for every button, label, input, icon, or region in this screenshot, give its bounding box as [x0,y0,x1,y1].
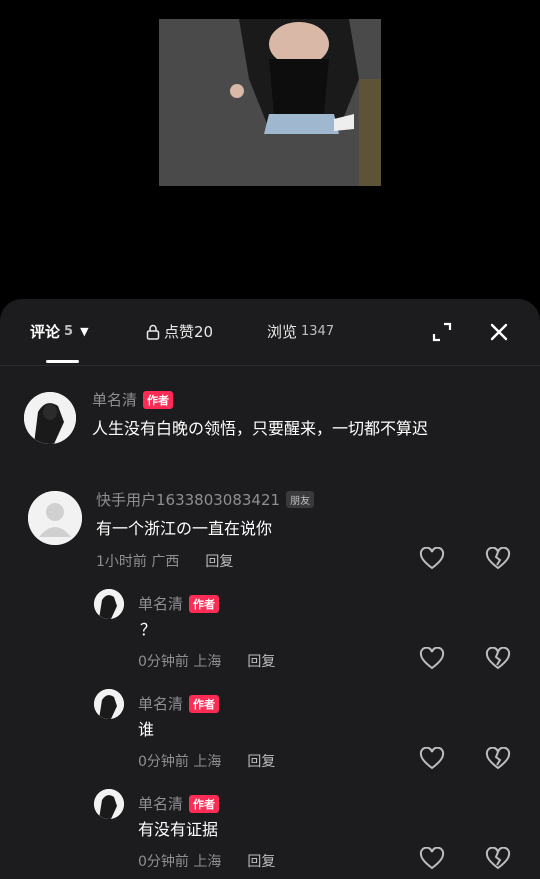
tab-likes[interactable]: 点赞20 [146,321,213,342]
tab-views-label: 浏览 [267,323,298,341]
expand-icon[interactable] [431,321,453,343]
heart-icon[interactable] [419,547,445,571]
comment-text: 有没有证据 [138,820,219,839]
author-badge: 作者 [189,794,220,813]
tab-views[interactable]: 浏览 1347 [267,321,334,342]
tab-bar: 评论 5 ▼ 点赞20 浏览 1347 [0,299,540,366]
reply-button[interactable]: 回复 [205,551,233,571]
comment-text: 人生没有白晚の领悟，只要醒来，一切都不算迟 [92,419,429,438]
heart-icon[interactable] [419,747,445,771]
avatar[interactable] [24,392,76,444]
tab-likes-label: 点赞20 [164,323,214,341]
comment-time: 1小时前 广西 [96,554,180,570]
comment-author[interactable]: 快手用户1633803083421 朋友 [96,489,315,510]
comment-author[interactable]: 单名清 作者 [92,389,174,410]
avatar[interactable] [94,589,124,619]
comment-meta: 0分钟前 上海 回复 [138,851,275,871]
author-badge: 作者 [189,594,220,613]
tab-comments-count: 5 [64,324,74,339]
avatar[interactable] [94,689,124,719]
comment-author[interactable]: 单名清 作者 [138,793,220,814]
friend-badge: 朋友 [286,491,315,508]
reply-button[interactable]: 回复 [247,851,275,871]
tab-views-count: 1347 [301,324,335,339]
broken-heart-icon[interactable] [485,747,511,771]
broken-heart-icon[interactable] [485,847,511,871]
author-name: 单名清 [138,595,184,613]
avatar[interactable] [94,789,124,819]
lock-icon [146,324,160,340]
active-tab-indicator [46,360,79,363]
chevron-down-icon: ▼ [80,325,89,338]
author-badge: 作者 [189,694,220,713]
comment-text: ？ [140,620,157,639]
heart-icon[interactable] [419,847,445,871]
comment-time: 0分钟前 上海 [138,654,222,670]
comment-meta: 0分钟前 上海 回复 [138,751,275,771]
comment-text: 有一个浙江の一直在说你 [96,519,273,538]
tab-comments[interactable]: 评论 5 ▼ [30,321,89,342]
comment-meta: 1小时前 广西 回复 [96,551,233,571]
comment-author[interactable]: 单名清 作者 [138,693,220,714]
broken-heart-icon[interactable] [485,547,511,571]
author-name: 快手用户1633803083421 [96,491,281,509]
author-name: 单名清 [138,795,184,813]
tab-comments-label: 评论 [30,323,61,341]
comment-author[interactable]: 单名清 作者 [138,593,220,614]
comment-meta: 0分钟前 上海 回复 [138,651,275,671]
comment-text: 谁 [138,720,155,739]
author-name: 单名清 [138,695,184,713]
reply-button[interactable]: 回复 [247,651,275,671]
heart-icon[interactable] [419,647,445,671]
broken-heart-icon[interactable] [485,647,511,671]
close-icon[interactable] [488,321,510,343]
reply-button[interactable]: 回复 [247,751,275,771]
comment-sheet: 评论 5 ▼ 点赞20 浏览 1347 单名清 作者 人生没有白晚の领悟，只要醒… [0,299,540,879]
author-name: 单名清 [92,391,138,409]
comment-time: 0分钟前 上海 [138,754,222,770]
avatar[interactable] [28,491,82,545]
comment-time: 0分钟前 上海 [138,854,222,870]
post-photo[interactable] [159,19,381,186]
author-badge: 作者 [143,390,174,409]
